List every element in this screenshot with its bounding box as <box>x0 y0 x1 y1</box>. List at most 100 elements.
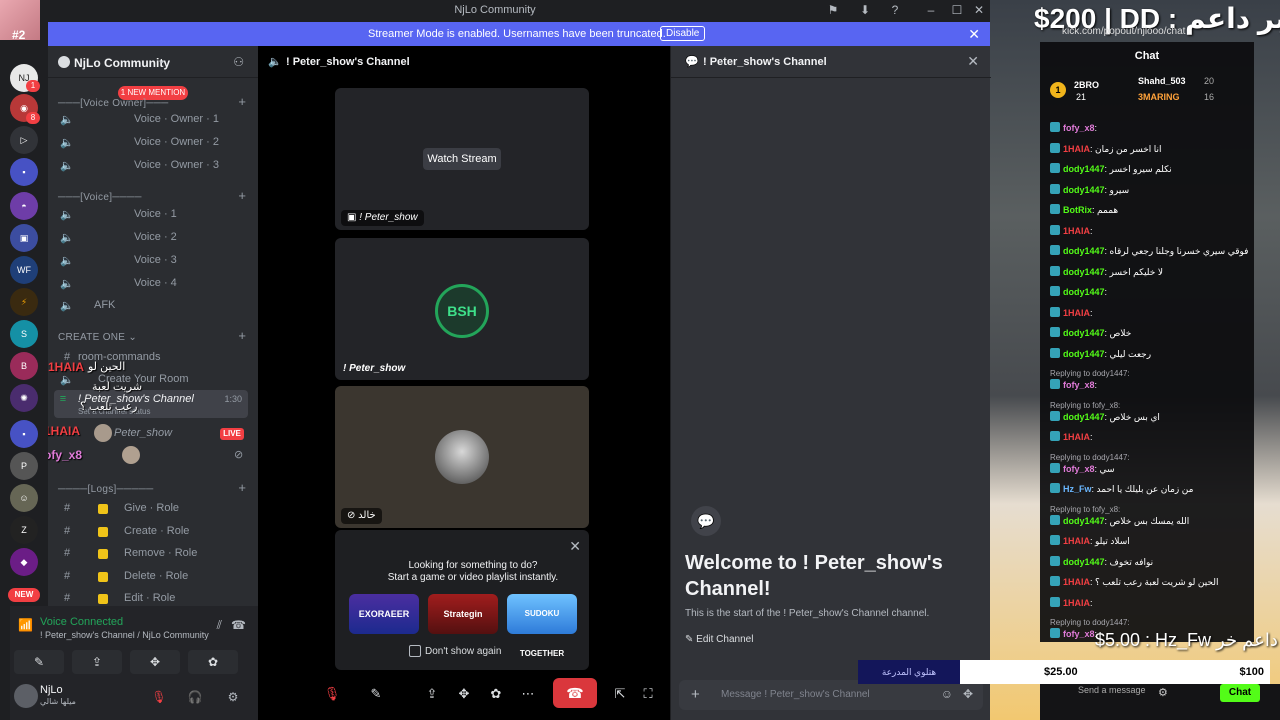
server-icon-4[interactable]: ▪ <box>10 158 38 186</box>
voice-channel-1[interactable]: 🔈 Voice · 1 <box>58 205 248 225</box>
voice-status[interactable]: Voice Connected <box>40 616 123 628</box>
watch-stream-button[interactable]: Watch Stream <box>423 148 501 170</box>
settings-gear-icon[interactable]: ⚙ <box>224 688 242 706</box>
mic-muted-icon[interactable]: 🎙 <box>150 688 168 706</box>
close-icon[interactable]: ✕ <box>569 538 581 555</box>
participant-tile[interactable]: BSH ! Peter_show <box>335 238 589 380</box>
voice-channel-owner-1[interactable]: 🔈 Voice · Owner · 1 <box>58 110 248 130</box>
kick-chat-message[interactable]: 1HAIA: انا اخسر من زمان <box>1050 142 1254 163</box>
username[interactable]: NjLo <box>40 684 63 696</box>
activities-button[interactable]: ✥ <box>130 650 180 674</box>
kick-chat-message[interactable]: 1HAIA: <box>1050 224 1254 245</box>
attach-plus-icon[interactable]: + <box>691 686 700 703</box>
voice-channel-afk[interactable]: 🔈 AFK <box>58 296 248 316</box>
participant-tile[interactable]: ⊘ خالد <box>335 386 589 528</box>
disconnect-icon[interactable]: ☎ <box>231 618 246 632</box>
kick-chat-message[interactable]: 1HAIA: اسلاد تيلو <box>1050 535 1254 555</box>
close-banner-icon[interactable]: ✕ <box>968 26 980 43</box>
invite-people-icon[interactable]: ⚇ <box>233 55 244 69</box>
voice-location[interactable]: ! Peter_show's Channel / NjLo Community <box>40 630 209 640</box>
kick-chat-message[interactable]: dody1447: خلاص <box>1050 327 1254 347</box>
kick-send-placeholder[interactable]: Send a message <box>1078 685 1146 695</box>
kick-chat-message[interactable]: fofy_x8: <box>1050 122 1254 142</box>
disable-streamer-mode-button[interactable]: Disable <box>660 26 706 41</box>
activity-game-1[interactable]: EXORAEER <box>349 594 419 634</box>
server-icon-15[interactable]: Z <box>10 516 38 544</box>
add-channel-icon[interactable]: + <box>238 94 246 109</box>
category-voice-owner[interactable]: ───[Voice Owner]─── <box>58 98 168 109</box>
voice-channel-3[interactable]: 🔈 Voice · 3 <box>58 251 248 271</box>
minimize-icon[interactable]: – <box>924 3 938 17</box>
kick-chat-message[interactable]: 1HAIA: <box>1050 306 1254 327</box>
new-servers-badge[interactable]: NEW <box>8 588 40 602</box>
server-icon-3[interactable]: ▷ <box>10 126 38 154</box>
server-icon-8[interactable]: ⚡ <box>10 288 38 316</box>
kick-chat-message[interactable]: dody1447: نكلم سيرو اخسر <box>1050 163 1254 183</box>
voice-channel-owner-3[interactable]: 🔈 Voice · Owner · 3 <box>58 156 248 176</box>
kick-chat-message[interactable]: dody1447: رجعت ليلي <box>1050 347 1254 368</box>
mic-muted-icon[interactable]: 🎙 <box>322 684 342 704</box>
camera-button[interactable]: ✎ <box>14 650 64 674</box>
disconnect-button[interactable]: ☎ <box>553 678 597 708</box>
kick-chat-message[interactable]: dody1447: لا خليكم اخسر <box>1050 265 1254 286</box>
help-icon[interactable]: ? <box>888 3 902 17</box>
text-channel-room-commands[interactable]: # room-commands <box>58 348 248 368</box>
add-channel-icon[interactable]: + <box>238 188 246 203</box>
noise-suppression-icon[interactable]: ⫽ <box>217 618 222 633</box>
text-channel-remove-role[interactable]: # Remove · Role <box>58 544 248 564</box>
kick-chat-send-button[interactable]: Chat <box>1220 684 1260 702</box>
kick-chat-message[interactable]: Hz_Fw: من زمان عن بليلك يا احمد <box>1050 483 1254 503</box>
maximize-icon[interactable]: ☐ <box>950 3 964 17</box>
voice-channel-create-room[interactable]: 🔈 Create Your Room <box>58 370 248 390</box>
edit-channel-button[interactable]: ✎ Edit Channel <box>685 634 753 645</box>
kick-chat-message[interactable]: dody1447: اي بس خلاص <box>1050 410 1254 431</box>
screen-share-icon[interactable]: ⇪ <box>422 684 442 704</box>
server-icon-14[interactable]: ☺ <box>10 484 38 512</box>
server-icon-10[interactable]: B <box>10 352 38 380</box>
server-icon-6[interactable]: ▣ <box>10 224 38 252</box>
settings-gear-icon[interactable]: ⚙ <box>1158 686 1168 699</box>
server-icon-9[interactable]: S <box>10 320 38 348</box>
server-header[interactable]: NjLo Community ⌄ ⚇ <box>48 46 258 78</box>
headphones-icon[interactable]: 🎧 <box>186 688 204 706</box>
emoji-icon[interactable]: ☺ <box>941 687 953 701</box>
kick-chat-message[interactable]: dody1447: <box>1050 286 1254 306</box>
screen-share-button[interactable]: ⇪ <box>72 650 122 674</box>
server-icon-12[interactable]: ▪ <box>10 420 38 448</box>
activity-game-2[interactable]: Strategin <box>428 594 498 634</box>
kick-chat-message[interactable]: 1HAIA: <box>1050 596 1254 617</box>
kick-chat-message[interactable]: dody1447: الله يمسك بس خلاص <box>1050 514 1254 535</box>
server-icon-11[interactable]: ✺ <box>10 384 38 412</box>
text-channel-create-role[interactable]: # Create · Role <box>58 522 248 542</box>
more-options-icon[interactable]: ⋯ <box>518 684 538 704</box>
kick-chat-message[interactable]: dody1447: سيرو <box>1050 183 1254 204</box>
dont-show-again-checkbox[interactable]: Don't show again <box>409 645 501 657</box>
message-input[interactable]: + Message ! Peter_show's Channel ☺ ✥ <box>679 680 983 710</box>
server-icon-7[interactable]: WF <box>10 256 38 284</box>
apps-icon[interactable]: ✥ <box>963 687 973 701</box>
popout-icon[interactable]: ⇱ <box>610 684 630 704</box>
kick-chat-message[interactable]: 1HAIA: الحين لو شريت لعبة رعب تلعب ؟ <box>1050 576 1254 596</box>
activities-icon[interactable]: ✥ <box>454 684 474 704</box>
voice-channel-4[interactable]: 🔈 Voice · 4 <box>58 274 248 294</box>
category-logs[interactable]: ────[Logs]───── <box>58 484 154 495</box>
soundboard-icon[interactable]: ✿ <box>486 684 506 704</box>
camera-off-icon[interactable]: ✎ <box>366 684 386 704</box>
stream-tile[interactable]: Watch Stream ▣ ! Peter_show <box>335 88 589 230</box>
inbox-icon[interactable]: ⚑ <box>826 3 840 17</box>
activity-game-3[interactable]: SUDOKU TOGETHER <box>507 594 577 658</box>
download-icon[interactable]: ⬇ <box>858 3 872 17</box>
fullscreen-icon[interactable]: ⛶ <box>638 684 658 704</box>
kick-chat-message[interactable]: 1HAIA: <box>1050 431 1254 451</box>
soundboard-button[interactable]: ✿ <box>188 650 238 674</box>
add-channel-icon[interactable]: + <box>238 480 246 495</box>
kick-chat-message[interactable]: BotRix: هممم <box>1050 204 1254 224</box>
voice-channel-2[interactable]: 🔈 Voice · 2 <box>58 228 248 248</box>
category-voice[interactable]: ───[Voice]──── <box>58 192 142 203</box>
text-channel-edit-role[interactable]: # Edit · Role <box>58 589 248 606</box>
kick-chat-message[interactable]: dody1447: فوقي سيري خسرنا وجلنا رجعي لرق… <box>1050 245 1254 265</box>
voice-channel-owner-2[interactable]: 🔈 Voice · Owner · 2 <box>58 133 248 153</box>
kick-chat-message[interactable]: fofy_x8: سي <box>1050 462 1254 483</box>
add-channel-icon[interactable]: + <box>238 328 246 343</box>
kick-chat-message[interactable]: fofy_x8: <box>1050 379 1254 399</box>
